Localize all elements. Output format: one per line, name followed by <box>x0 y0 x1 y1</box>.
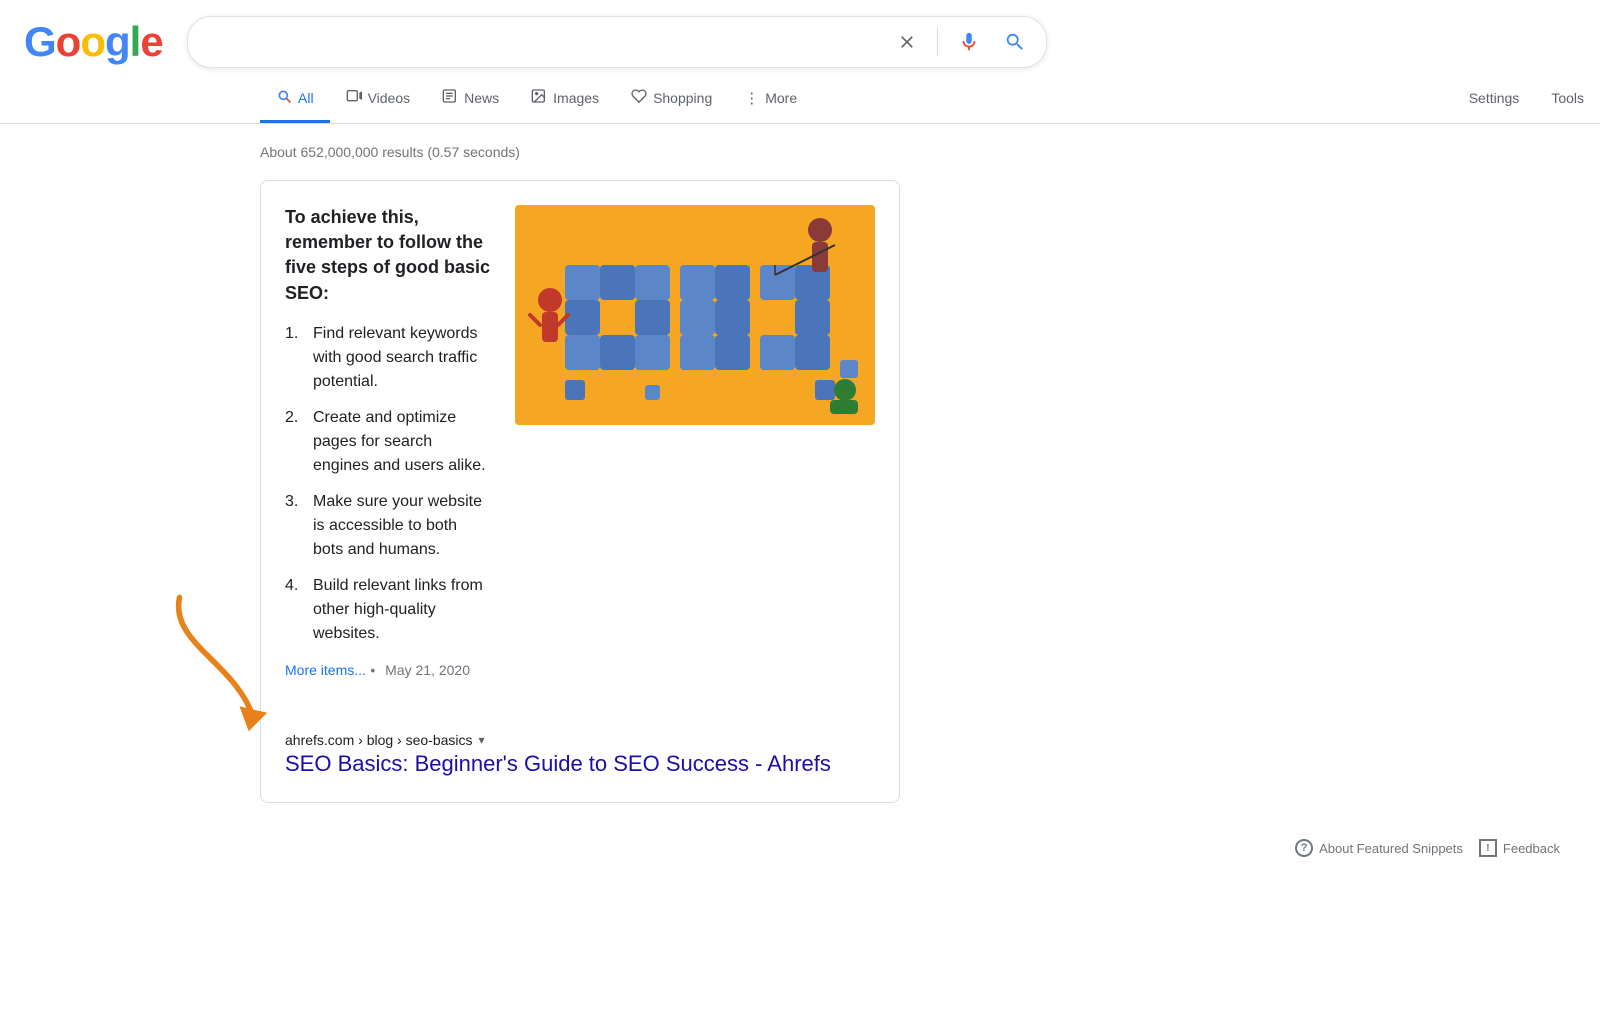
nav-right-links: Settings Tools <box>1453 78 1600 121</box>
logo-l: l <box>130 18 141 65</box>
list-item: 2. Create and optimize pages for search … <box>285 406 491 478</box>
tab-images[interactable]: Images <box>515 76 615 123</box>
divider <box>937 28 938 56</box>
more-items-link[interactable]: More items... <box>285 662 366 678</box>
search-icon <box>1004 31 1026 53</box>
feedback-label: Feedback <box>1503 841 1560 856</box>
results-count: About 652,000,000 results (0.57 seconds) <box>260 144 900 160</box>
more-items-row: More items... • May 21, 2020 <box>285 662 491 680</box>
tab-images-label: Images <box>553 90 599 106</box>
source-breadcrumb-line: ahrefs.com › blog › seo-basics ▾ <box>285 732 875 748</box>
dropdown-arrow[interactable]: ▾ <box>479 733 485 747</box>
search-input[interactable]: how to do seo <box>204 32 881 53</box>
search-button[interactable] <box>1000 27 1030 57</box>
logo-e: e <box>140 18 162 65</box>
feedback-icon: ! <box>1479 839 1497 857</box>
clear-icon <box>897 32 917 52</box>
logo-o1: o <box>56 18 81 65</box>
news-icon <box>442 88 458 108</box>
tab-all-label: All <box>298 90 314 106</box>
videos-icon <box>346 88 362 108</box>
card-list: 1. Find relevant keywords with good sear… <box>285 322 491 646</box>
logo-g: G <box>24 18 56 65</box>
more-icon: ⋮ <box>744 89 759 107</box>
search-icons <box>893 27 1030 57</box>
shopping-icon <box>631 88 647 108</box>
feedback-button[interactable]: ! Feedback <box>1479 839 1560 857</box>
tab-shopping-label: Shopping <box>653 90 712 106</box>
about-snippets[interactable]: ? About Featured Snippets <box>1295 839 1463 857</box>
tab-more[interactable]: ⋮ More <box>728 77 813 122</box>
tab-news-label: News <box>464 90 499 106</box>
question-icon: ? <box>1295 839 1313 857</box>
clear-button[interactable] <box>893 28 921 56</box>
dot-separator: • <box>370 662 379 678</box>
images-icon <box>531 88 547 108</box>
tab-more-label: More <box>765 90 797 106</box>
tab-shopping[interactable]: Shopping <box>615 76 728 123</box>
result-title[interactable]: SEO Basics: Beginner's Guide to SEO Succ… <box>285 750 875 779</box>
tools-link[interactable]: Tools <box>1535 78 1600 121</box>
logo-g2: g <box>105 18 130 65</box>
seo-svg <box>515 205 875 425</box>
logo-o2: o <box>80 18 105 65</box>
footer: ? About Featured Snippets ! Feedback <box>0 823 1600 873</box>
microphone-icon <box>958 31 980 53</box>
tab-videos-label: Videos <box>368 90 411 106</box>
nav-tabs: All Videos News Images Shopping ⋮ More S… <box>0 68 1600 124</box>
arrow-annotation <box>161 582 281 742</box>
tab-videos[interactable]: Videos <box>330 76 427 123</box>
card-text: To achieve this, remember to follow the … <box>285 205 491 680</box>
snippet-date: May 21, 2020 <box>385 662 470 678</box>
header: Google how to do seo <box>0 0 1600 68</box>
tab-news[interactable]: News <box>426 76 515 123</box>
list-item: 3. Make sure your website is accessible … <box>285 490 491 562</box>
search-bar: how to do seo <box>187 16 1047 68</box>
list-item: 4. Build relevant links from other high-… <box>285 574 491 646</box>
results-area: About 652,000,000 results (0.57 seconds)… <box>0 124 900 823</box>
featured-snippet-card: To achieve this, remember to follow the … <box>260 180 900 803</box>
seo-illustration <box>515 205 875 425</box>
all-icon <box>276 88 292 108</box>
voice-search-button[interactable] <box>954 27 984 57</box>
list-item: 1. Find relevant keywords with good sear… <box>285 322 491 394</box>
google-logo: Google <box>24 18 163 66</box>
card-content: To achieve this, remember to follow the … <box>285 205 875 680</box>
source-section: ahrefs.com › blog › seo-basics ▾ SEO Bas… <box>285 700 875 779</box>
tab-all[interactable]: All <box>260 76 330 123</box>
settings-link[interactable]: Settings <box>1453 78 1536 121</box>
card-heading: To achieve this, remember to follow the … <box>285 205 491 306</box>
source-domain: ahrefs.com › blog › seo-basics <box>285 732 473 748</box>
about-snippets-label: About Featured Snippets <box>1319 841 1463 856</box>
